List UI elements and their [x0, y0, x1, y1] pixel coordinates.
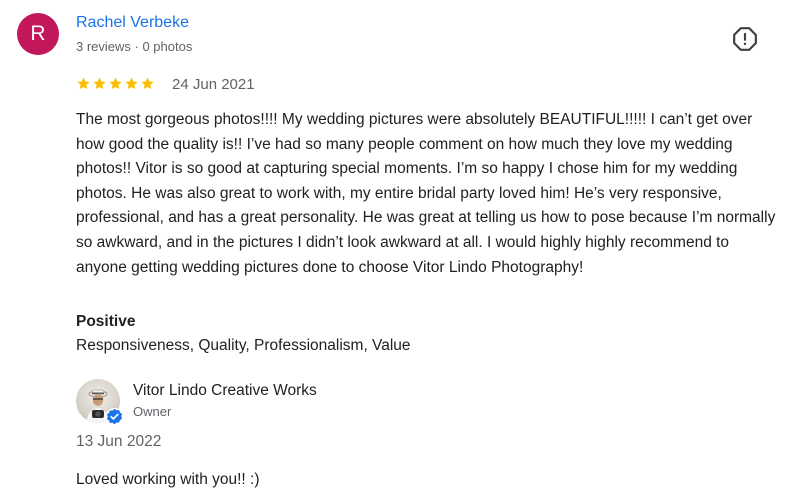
star-icon: [77, 77, 90, 90]
review-card: R Rachel Verbeke 3 reviews · 0 photos 24…: [0, 0, 800, 504]
positive-heading: Positive: [76, 313, 136, 330]
verified-badge-icon: [105, 407, 124, 426]
owner-role: Owner: [133, 404, 172, 419]
star-icon: [109, 77, 122, 90]
review-date: 24 Jun 2021: [172, 76, 255, 93]
reviewer-avatar[interactable]: R: [17, 13, 59, 55]
star-icon: [125, 77, 138, 90]
report-review-button[interactable]: [732, 26, 758, 52]
reviewer-meta: 3 reviews · 0 photos: [76, 39, 193, 54]
star-icon: [141, 77, 154, 90]
positive-attributes: Responsiveness, Quality, Professionalism…: [76, 337, 411, 354]
star-rating: [76, 76, 155, 91]
owner-name: Vitor Lindo Creative Works: [133, 382, 317, 399]
reply-text: Loved working with you!! :): [76, 471, 260, 488]
reviewer-initial: R: [30, 22, 46, 45]
review-text: The most gorgeous photos!!!! My wedding …: [76, 111, 776, 276]
star-icon: [93, 77, 106, 90]
reviewer-name[interactable]: Rachel Verbeke: [76, 14, 189, 32]
report-flag-icon: [733, 27, 757, 51]
reply-date: 13 Jun 2022: [76, 433, 162, 450]
owner-avatar[interactable]: [76, 379, 124, 426]
